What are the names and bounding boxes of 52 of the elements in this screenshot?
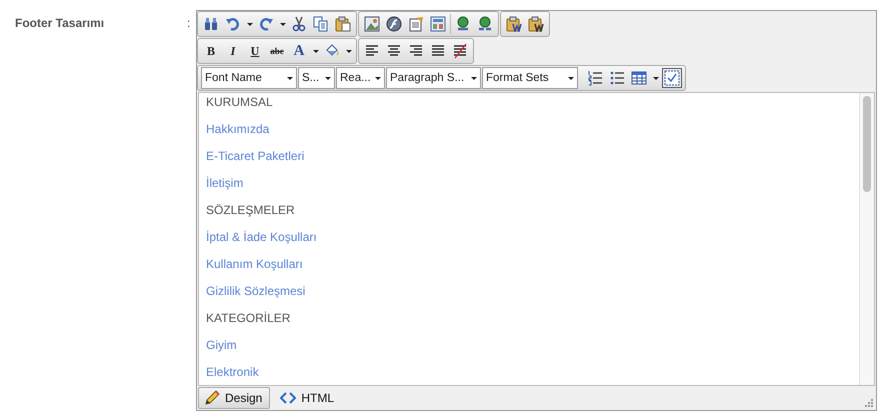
redo-icon: [258, 16, 274, 32]
heading-text: SÖZLEŞMELER: [206, 202, 296, 219]
paste-plain-button[interactable]: [526, 14, 546, 34]
field-label: Footer Tasarımı: [14, 15, 106, 32]
clipboard-icon: [335, 16, 351, 32]
flash-button[interactable]: [384, 14, 404, 34]
bullet-list-icon: [609, 70, 625, 86]
separator: :: [187, 15, 192, 32]
picture-icon: [364, 16, 380, 32]
pencil-icon: [204, 390, 220, 406]
undo-icon: [225, 16, 241, 32]
paste-word-button[interactable]: [504, 14, 524, 34]
link[interactable]: Giyim: [206, 336, 852, 363]
table-borders-button[interactable]: [662, 68, 682, 88]
image-map-button[interactable]: [428, 14, 448, 34]
link[interactable]: İptal & İade Koşulları: [206, 228, 852, 255]
link[interactable]: Kullanım Koşulları: [206, 255, 852, 282]
link[interactable]: Gizlilik Sözleşmesi: [206, 282, 852, 309]
dropdown-select[interactable]: Format Sets: [482, 67, 578, 89]
table-borders-icon: [664, 70, 680, 86]
heading-text: KURUMSAL: [206, 94, 274, 111]
paste-plain-icon: [528, 16, 544, 32]
dropdown-select[interactable]: S...: [298, 67, 335, 89]
paste-word-icon: [506, 16, 522, 32]
link[interactable]: Hakkımızda: [206, 120, 852, 147]
scissors-icon: [291, 16, 307, 32]
mode-tab[interactable]: HTML: [274, 387, 342, 409]
format-button[interactable]: abc: [267, 41, 287, 61]
heading-text: KATEGORİLER: [206, 310, 292, 327]
mode-tab[interactable]: Design: [198, 387, 270, 409]
clipboard-button[interactable]: [333, 14, 353, 34]
format-button[interactable]: I: [223, 41, 243, 61]
link[interactable]: E-Ticaret Paketleri: [206, 147, 852, 174]
image-map-icon: [430, 16, 446, 32]
clear-format-icon: [452, 43, 468, 59]
scrollbar[interactable]: [859, 93, 874, 385]
format-button[interactable]: A: [289, 41, 309, 61]
dropdown-select[interactable]: Paragraph S...: [386, 67, 481, 89]
link[interactable]: Elektronik: [206, 363, 852, 385]
numbered-list-icon: [587, 70, 603, 86]
link[interactable]: İletişim: [206, 174, 852, 201]
format-button[interactable]: B: [201, 41, 221, 61]
picture-button[interactable]: [362, 14, 382, 34]
dropdown-select[interactable]: Rea...: [336, 67, 385, 89]
flash-icon: [386, 16, 402, 32]
table-icon: [631, 70, 647, 86]
dropdown-select[interactable]: Font Name: [201, 67, 297, 89]
format-button[interactable]: U: [245, 41, 265, 61]
resize-grip[interactable]: [864, 398, 874, 408]
copy-icon: [313, 16, 329, 32]
code-icon: [280, 390, 296, 406]
document-icon: [408, 16, 424, 32]
